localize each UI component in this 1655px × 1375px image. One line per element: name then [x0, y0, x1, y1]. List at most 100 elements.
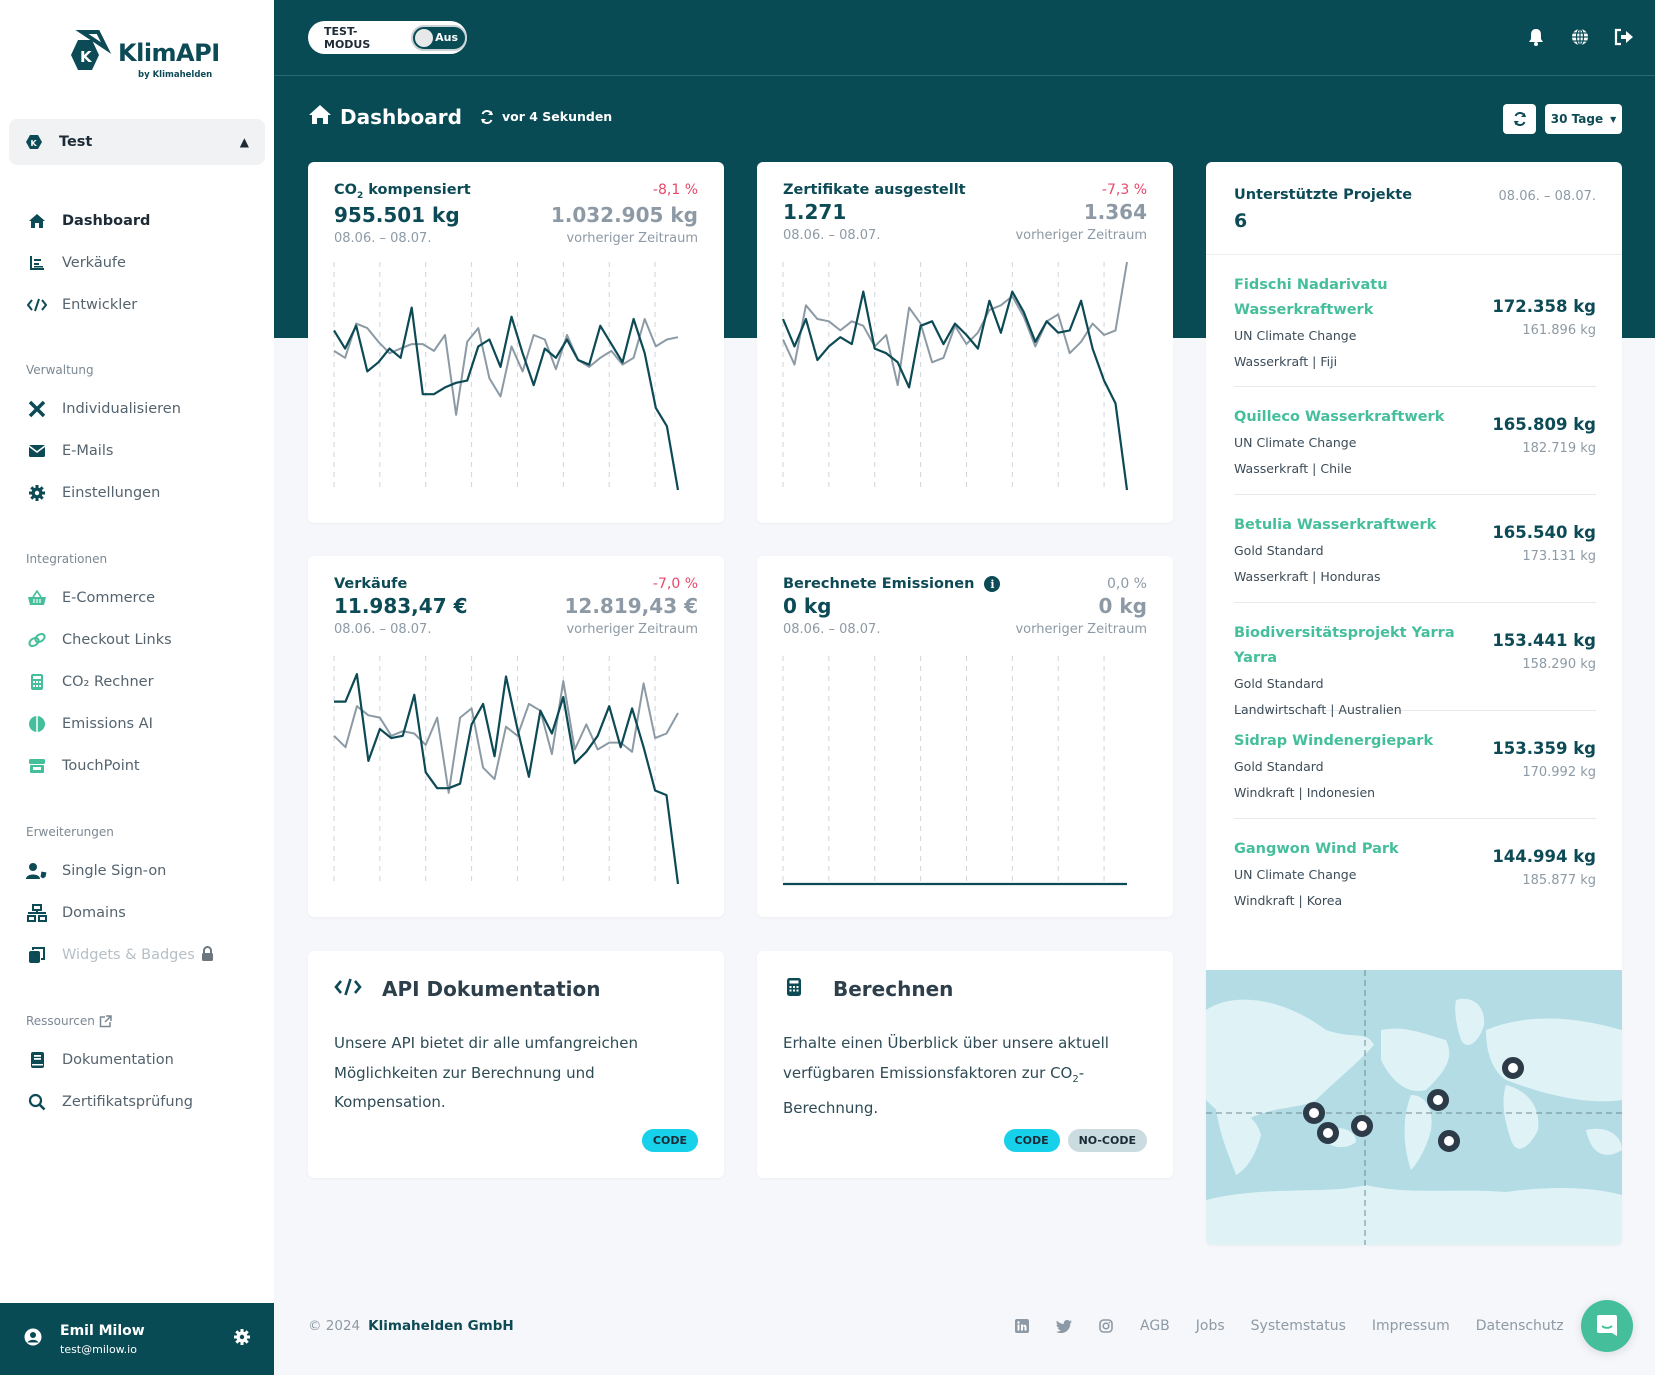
project-name[interactable]: Betulia Wasserkraftwerk — [1234, 513, 1494, 538]
project-name[interactable]: Quilleco Wasserkraftwerk — [1234, 405, 1494, 430]
project-marker[interactable] — [1317, 1122, 1339, 1144]
sidebar-item-individualisieren[interactable]: Individualisieren — [0, 388, 274, 430]
project-marker[interactable] — [1502, 1057, 1524, 1079]
user-settings-gear-icon[interactable] — [234, 1329, 250, 1349]
brand-name: KlimAPI — [118, 39, 220, 67]
sidebar-item-touchpoint[interactable]: TouchPoint — [0, 745, 274, 787]
globe-icon[interactable] — [1569, 26, 1591, 48]
project-name[interactable]: Sidrap Windenergiepark — [1234, 729, 1494, 754]
instagram-icon[interactable] — [1098, 1318, 1114, 1334]
project-item[interactable]: Fidschi Nadarivatu Wasserkraftwerk UN Cli… — [1234, 255, 1596, 387]
logout-icon[interactable] — [1613, 26, 1635, 48]
sidebar-item-emissions-ai[interactable]: Emissions AI — [0, 703, 274, 745]
project-item[interactable]: Biodiversitätsprojekt Yarra Yarra Gold St… — [1234, 603, 1596, 717]
refresh-button[interactable] — [1503, 104, 1536, 134]
project-item[interactable]: Gangwon Wind Park UN Climate Change Windkr… — [1234, 819, 1596, 927]
nav-section-integrationen: Integrationen E-Commerce Checkout Links … — [0, 549, 274, 787]
link-icon — [26, 629, 48, 651]
footer-link-jobs[interactable]: Jobs — [1196, 1318, 1225, 1334]
projects-world-map[interactable] — [1206, 970, 1622, 1245]
test-mode-label: TEST-MODUS — [324, 24, 371, 51]
sidebar-item-checkout-links[interactable]: Checkout Links — [0, 619, 274, 661]
footer-link-systemstatus[interactable]: Systemstatus — [1251, 1318, 1346, 1334]
api-docs-card[interactable]: API Dokumentation Unsere API bietet dir … — [308, 951, 724, 1178]
last-updated: vor 4 Sekunden — [480, 109, 612, 124]
chat-support-button[interactable] — [1581, 1300, 1633, 1352]
main-nav: Dashboard Verkäufe Entwickler — [0, 200, 274, 326]
project-marker[interactable] — [1438, 1130, 1460, 1152]
project-item[interactable]: Sidrap Windenergiepark Gold Standard Windk… — [1234, 711, 1596, 819]
sidebar-item-label: Single Sign-on — [62, 863, 167, 879]
linkedin-icon[interactable] — [1014, 1318, 1030, 1334]
sidebar-item-label: Dokumentation — [62, 1052, 174, 1068]
project-item[interactable]: Betulia Wasserkraftwerk Gold Standard Wass… — [1234, 495, 1596, 603]
sidebar-item-e-commerce[interactable]: E-Commerce — [0, 577, 274, 619]
berechnen-card[interactable]: Berechnen Erhalte einen Überblick über u… — [757, 951, 1173, 1178]
network-icon — [26, 902, 48, 924]
bell-icon[interactable] — [1525, 26, 1547, 48]
sidebar-item-co2-rechner[interactable]: CO₂ Rechner — [0, 661, 274, 703]
sidebar-item-einstellungen[interactable]: Einstellungen — [0, 472, 274, 514]
footer-link-impressum[interactable]: Impressum — [1372, 1318, 1450, 1334]
stat-previous-value: 0 kg — [1098, 594, 1148, 618]
sort-icon: ▲ — [239, 135, 249, 149]
sidebar-item-entwickler[interactable]: Entwickler — [0, 284, 274, 326]
footer-links: AGB Jobs Systemstatus Impressum Datensch… — [1014, 1318, 1564, 1334]
project-name[interactable]: Gangwon Wind Park — [1234, 837, 1494, 862]
project-marker[interactable] — [1303, 1102, 1325, 1124]
toggle-switch[interactable]: Aus — [411, 24, 467, 51]
zertifikate-line-chart — [781, 261, 1129, 491]
klimapi-logo[interactable]: K KlimAPI by Klimahelden — [68, 30, 220, 85]
sidebar-item-e-mails[interactable]: E-Mails — [0, 430, 274, 472]
stat-card-emissionen: Berechnete Emissionen i 0,0 % 0 kg 0 kg 0… — [757, 556, 1173, 917]
home-icon — [308, 104, 332, 129]
stat-title: Zertifikate ausgestellt — [783, 182, 966, 198]
project-item[interactable]: Quilleco Wasserkraftwerk UN Climate Chang… — [1234, 387, 1596, 495]
card-description: Erhalte einen Überblick über unsere aktu… — [783, 1034, 1109, 1117]
project-marker[interactable] — [1427, 1089, 1449, 1111]
stat-change: -8,1 % — [652, 182, 698, 198]
user-avatar-icon[interactable] — [24, 1328, 42, 1350]
svg-text:K: K — [31, 139, 38, 148]
sidebar-item-dashboard[interactable]: Dashboard — [0, 200, 274, 242]
store-icon — [26, 755, 48, 777]
tag-no-code[interactable]: NO-CODE — [1067, 1129, 1147, 1152]
footer-link-agb[interactable]: AGB — [1140, 1318, 1170, 1334]
sidebar-item-label: Entwickler — [62, 297, 138, 313]
sidebar-item-single-sign-on[interactable]: Single Sign-on — [0, 850, 274, 892]
caret-down-icon: ▼ — [1610, 114, 1617, 124]
project-marker[interactable] — [1351, 1115, 1373, 1137]
footer-link-datenschutz[interactable]: Datenschutz — [1476, 1318, 1564, 1334]
project-previous-value: 158.290 kg — [1522, 657, 1596, 672]
section-title: Erweiterungen — [26, 825, 114, 839]
stat-card-verkaeufe: Verkäufe -7,0 % 11.983,47 € 12.819,43 € … — [308, 556, 724, 917]
tag-code[interactable]: CODE — [1003, 1129, 1060, 1152]
project-name[interactable]: Biodiversitätsprojekt Yarra Yarra — [1234, 621, 1494, 671]
organization-selector[interactable]: K Test ▲ — [9, 119, 265, 165]
twitter-icon[interactable] — [1056, 1318, 1072, 1334]
co2-line-chart — [333, 262, 680, 491]
sidebar-item-dokumentation[interactable]: Dokumentation — [0, 1039, 274, 1081]
external-link-icon — [99, 1014, 112, 1027]
sidebar-item-domains[interactable]: Domains — [0, 892, 274, 934]
tag-code[interactable]: CODE — [641, 1129, 698, 1152]
projects-count: 6 — [1234, 210, 1248, 232]
chat-icon — [1597, 1315, 1617, 1336]
series-line-current — [334, 673, 680, 885]
sidebar-item-widgets-badges[interactable]: Widgets & Badges — [0, 934, 274, 976]
series-line-current — [781, 290, 1129, 491]
sidebar-item-verkaeufe[interactable]: Verkäufe — [0, 242, 274, 284]
lock-icon — [201, 945, 214, 965]
sidebar-item-zertifikatspruefung[interactable]: Zertifikatsprüfung — [0, 1081, 274, 1123]
svg-text:K: K — [80, 48, 93, 66]
sidebar-item-label: E-Commerce — [62, 590, 156, 606]
nav-section-verwaltung: Verwaltung Individualisieren E-Mails Ein… — [0, 360, 274, 514]
project-value: 153.441 kg — [1492, 631, 1596, 650]
project-name[interactable]: Fidschi Nadarivatu Wasserkraftwerk — [1234, 273, 1494, 323]
sidebar-item-label: Verkäufe — [62, 255, 126, 271]
user-account-bar: Emil Milow test@milow.io — [0, 1303, 274, 1375]
project-category: Windkraft | Korea — [1234, 893, 1343, 908]
test-mode-toggle[interactable]: TEST-MODUS Aus — [308, 21, 467, 54]
date-range-dropdown[interactable]: 30 Tage ▼ — [1545, 104, 1622, 134]
info-icon[interactable]: i — [984, 576, 1001, 592]
